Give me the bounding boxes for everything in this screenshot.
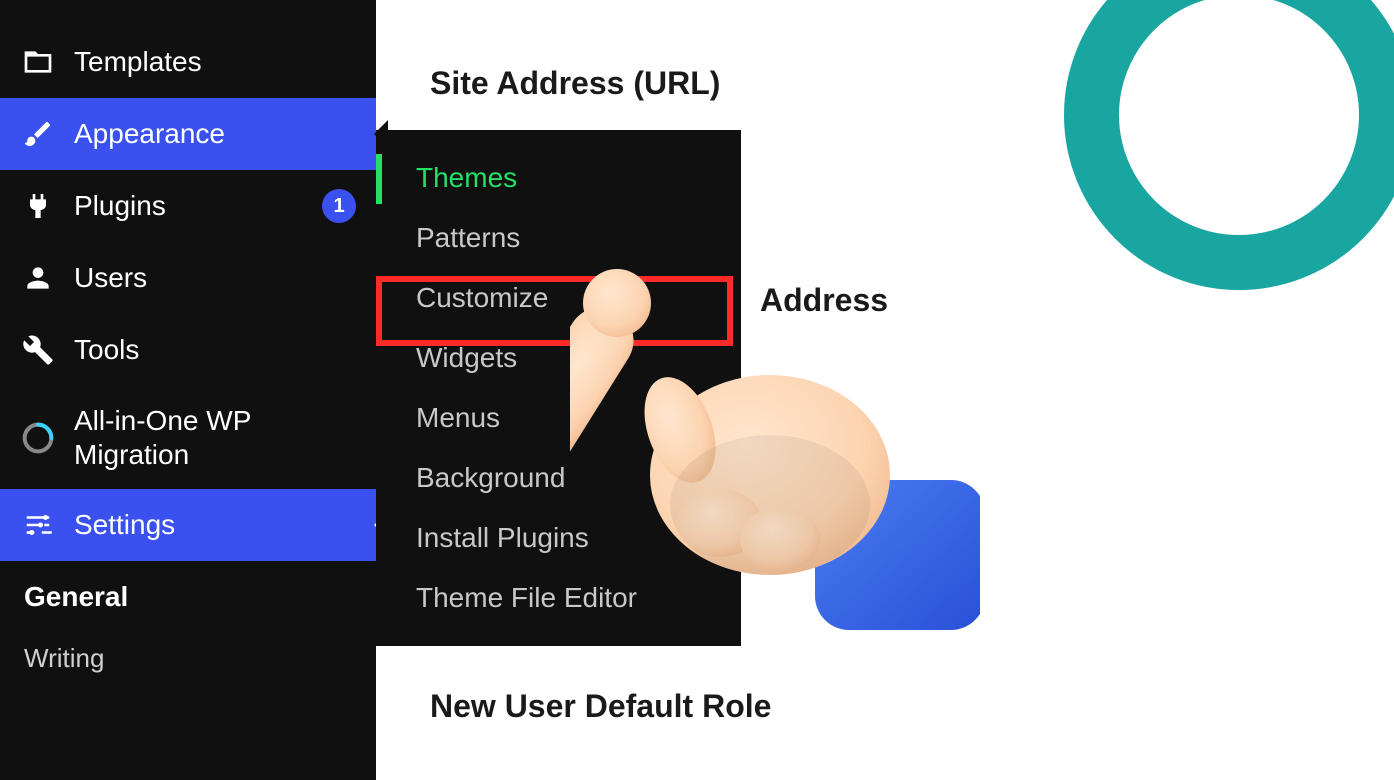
appearance-submenu: Themes Patterns Customize Widgets Menus … bbox=[376, 130, 741, 646]
sidebar-item-templates[interactable]: Templates bbox=[0, 26, 376, 98]
label-site-address: Site Address (URL) bbox=[430, 65, 720, 102]
submenu-item-customize[interactable]: Customize bbox=[376, 268, 741, 328]
sidebar-item-migration[interactable]: All-in-One WP Migration bbox=[0, 386, 376, 489]
appearance-icon bbox=[20, 116, 56, 152]
submenu-label-writing[interactable]: Writing bbox=[0, 633, 376, 684]
menu-label: Users bbox=[74, 262, 356, 294]
menu-label: All-in-One WP Migration bbox=[74, 404, 356, 471]
admin-sidebar: Templates Appearance Plugins 1 Users Too… bbox=[0, 0, 376, 780]
submenu-item-widgets[interactable]: Widgets bbox=[376, 328, 741, 388]
submenu-item-menus[interactable]: Menus bbox=[376, 388, 741, 448]
plugins-badge: 1 bbox=[322, 189, 356, 223]
sidebar-item-settings[interactable]: Settings bbox=[0, 489, 376, 561]
migration-icon bbox=[20, 420, 56, 456]
users-icon bbox=[20, 260, 56, 296]
menu-label: Settings bbox=[74, 509, 356, 541]
templates-icon bbox=[20, 44, 56, 80]
submenu-item-install-plugins[interactable]: Install Plugins bbox=[376, 508, 741, 568]
decorative-ring bbox=[1064, 0, 1394, 290]
menu-label: Templates bbox=[74, 46, 356, 78]
submenu-item-patterns[interactable]: Patterns bbox=[376, 208, 741, 268]
label-new-user-default-role: New User Default Role bbox=[430, 688, 771, 725]
settings-icon bbox=[20, 507, 56, 543]
sidebar-item-appearance[interactable]: Appearance bbox=[0, 98, 376, 170]
menu-label: Appearance bbox=[74, 118, 356, 150]
submenu-item-themes[interactable]: Themes bbox=[376, 148, 741, 208]
submenu-item-theme-file-editor[interactable]: Theme File Editor bbox=[376, 568, 741, 628]
menu-label: Tools bbox=[74, 334, 356, 366]
label-address: Address bbox=[760, 282, 888, 319]
sidebar-item-tools[interactable]: Tools bbox=[0, 314, 376, 386]
plugins-icon bbox=[20, 188, 56, 224]
menu-label: Plugins bbox=[74, 190, 312, 222]
sidebar-item-users[interactable]: Users bbox=[0, 242, 376, 314]
sidebar-item-plugins[interactable]: Plugins 1 bbox=[0, 170, 376, 242]
tools-icon bbox=[20, 332, 56, 368]
submenu-label-general[interactable]: General bbox=[0, 561, 376, 633]
submenu-item-background[interactable]: Background bbox=[376, 448, 741, 508]
